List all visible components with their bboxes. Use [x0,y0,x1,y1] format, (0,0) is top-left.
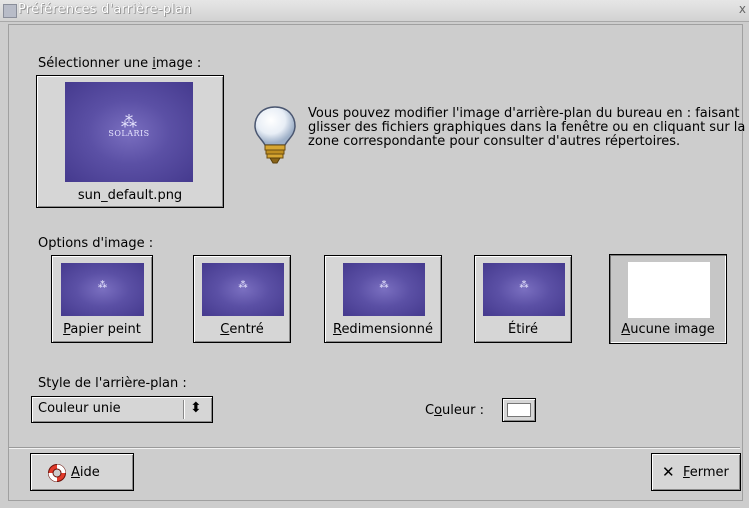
color-label: Couleur : [425,403,484,418]
option-wallpaper-preview: ⁂ [61,263,144,316]
info-text: Vous pouvez modifier l'image d'arrière-p… [308,106,746,149]
option-wallpaper-label: Papier peint [63,322,141,337]
image-preview: ⁂ SOLARIS [65,82,193,182]
close-button[interactable]: ✕ Fermer [651,453,741,491]
option-no-image-button[interactable]: Aucune image [609,254,727,344]
option-no-image-preview [628,262,710,318]
image-options-label: Options d'image : [38,236,154,251]
option-resized-preview: ⁂ [343,263,425,316]
close-x-icon: ✕ [662,463,675,481]
background-style-label: Style de l'arrière-plan : [38,376,187,391]
image-filename: sun_default.png [77,188,183,203]
color-swatch [507,403,531,417]
option-centered-button[interactable]: ⁂ Centré [193,255,291,343]
help-button[interactable]: Aide [30,453,134,491]
window-icon[interactable] [3,4,17,18]
close-window-icon[interactable]: x [739,2,746,16]
background-style-select[interactable]: Couleur unie ⬍ [31,396,213,423]
select-image-label: Sélectionner une image : [38,56,202,71]
lifebuoy-icon [48,464,66,482]
divider [9,447,740,449]
option-centered-preview: ⁂ [202,263,284,316]
window-title: Préférences d'arrière-plan [18,2,192,17]
background-style-value: Couleur unie [38,401,121,416]
option-stretched-label: Étiré [508,322,538,337]
title-bar[interactable]: Préférences d'arrière-plan x [0,0,749,22]
option-resized-label: Redimensionné [332,322,434,337]
close-button-label: Fermer [683,465,729,480]
image-select-button[interactable]: ⁂ SOLARIS sun_default.png [36,75,224,208]
option-stretched-button[interactable]: ⁂ Étiré [474,255,572,343]
color-picker-button[interactable] [502,398,536,422]
option-wallpaper-button[interactable]: ⁂ Papier peint [51,255,153,343]
lightbulb-icon [254,106,296,164]
option-no-image-label: Aucune image [621,322,715,337]
option-resized-button[interactable]: ⁂ Redimensionné [324,255,442,343]
solaris-logo: ⁂ SOLARIS [108,112,150,138]
spinner-icon: ⬍ [190,400,202,416]
option-centered-label: Centré [220,322,264,337]
option-stretched-preview: ⁂ [483,263,565,316]
help-button-label: Aide [71,465,100,480]
